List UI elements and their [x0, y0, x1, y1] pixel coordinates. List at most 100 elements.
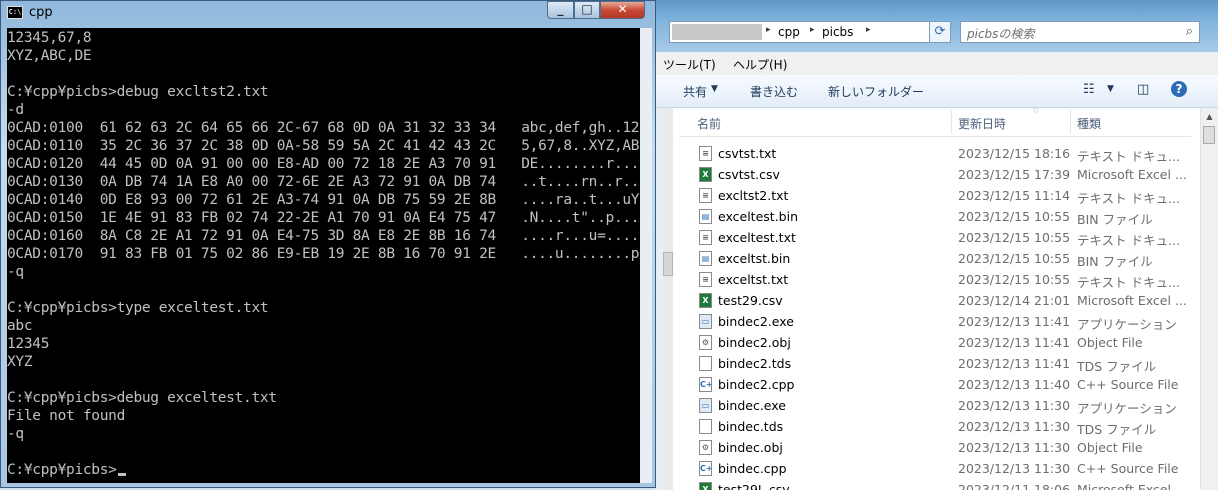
console-line: 12345,67,8	[7, 29, 92, 47]
file-row[interactable]: Xtest29L.csv 2023/12/11 18:06 Microsoft Ex…	[695, 479, 1195, 490]
preview-pane-icon[interactable]: ◫	[1137, 82, 1149, 97]
minimize-button[interactable]: _	[547, 1, 574, 19]
file-row[interactable]: ≡ exceltest.txt 2023/12/15 10:55 テキスト ドキュ..…	[695, 227, 1195, 248]
file-type: Microsoft Excel ...	[1077, 482, 1187, 490]
new-folder-button[interactable]: 新しいフォルダー	[828, 83, 924, 100]
excel-file-icon: X	[699, 167, 712, 182]
address-bar[interactable]: ▸ cpp ▸ picbs ▸ ▼	[669, 21, 951, 43]
file-row[interactable]: ≡ csvtst.txt 2023/12/15 18:16 テキスト ドキュ...	[695, 143, 1195, 164]
console-titlebar[interactable]: C:\ cpp _ □ ✕	[1, 1, 655, 25]
maximize-button[interactable]: □	[574, 1, 600, 19]
view-options-icon[interactable]: ☷	[1083, 82, 1095, 97]
console-line-text: 0CAD:0170 91 83 FB 01 75 02 86 E9-EB 19 …	[7, 246, 640, 262]
file-date: 2023/12/13 11:41	[958, 356, 1071, 371]
scroll-thumb[interactable]	[1203, 126, 1215, 144]
console-line: XYZ,ABC,DE	[7, 47, 92, 65]
file-row[interactable]: ⚙ bindec.obj 2023/12/13 11:30 Object File	[695, 437, 1195, 458]
console-line-text: C:¥cpp¥picbs>type exceltest.txt	[7, 300, 269, 316]
file-row[interactable]: bindec.tds 2023/12/13 11:30 TDS ファイル	[695, 416, 1195, 437]
file-row[interactable]: ≡ excltst2.txt 2023/12/15 11:14 テキスト ドキュ...	[695, 185, 1195, 206]
file-name: bindec.tds	[718, 419, 784, 434]
file-name: exceltest.bin	[718, 209, 798, 224]
file-date: 2023/12/13 11:30	[958, 461, 1071, 476]
column-type[interactable]: 種類	[1077, 115, 1101, 132]
view-dropdown-icon[interactable]: ▼	[1107, 84, 1114, 94]
console-scrollbar[interactable]	[640, 28, 652, 483]
help-icon[interactable]: ?	[1171, 81, 1187, 97]
share-dropdown-icon[interactable]: ▼	[711, 84, 718, 94]
console-line: C:¥cpp¥picbs>	[7, 461, 126, 479]
file-row[interactable]: ▭ bindec.exe 2023/12/13 11:30 アプリケーション	[695, 395, 1195, 416]
file-type: Object File	[1077, 335, 1143, 350]
file-row[interactable]: ▤ exceltst.bin 2023/12/15 10:55 BIN ファイル	[695, 248, 1195, 269]
scroll-up-icon[interactable]: ▲	[1201, 108, 1218, 125]
console-line: C:¥cpp¥picbs>debug exceltest.txt	[7, 389, 277, 407]
file-date: 2023/12/13 11:41	[958, 314, 1071, 329]
file-type: BIN ファイル	[1077, 254, 1153, 269]
file-row[interactable]: C+ bindec.cpp 2023/12/13 11:30 C++ Source F…	[695, 458, 1195, 479]
cpp-file-icon: C+	[699, 461, 713, 476]
search-box[interactable]: picbsの検索 ⌕	[960, 21, 1200, 43]
blank-file-icon	[699, 356, 712, 371]
close-button[interactable]: ✕	[600, 1, 645, 19]
file-date: 2023/12/15 10:55	[958, 251, 1071, 266]
burn-button[interactable]: 書き込む	[750, 83, 798, 100]
navigation-scroll-thumb[interactable]	[663, 252, 673, 276]
console-line-text: abc	[7, 318, 33, 334]
console-line-text: -q	[7, 426, 24, 442]
column-name[interactable]: 名前	[697, 115, 721, 132]
file-row[interactable]: ▤ exceltest.bin 2023/12/15 10:55 BIN ファイル	[695, 206, 1195, 227]
column-divider[interactable]	[951, 110, 952, 134]
file-type: テキスト ドキュ...	[1077, 191, 1181, 206]
column-divider[interactable]	[1070, 110, 1071, 134]
console-line-text: XYZ,ABC,DE	[7, 48, 92, 64]
explorer-window: ▸ cpp ▸ picbs ▸ ▼ ⟳ picbsの検索 ⌕ ツール(T) ヘル…	[655, 0, 1218, 490]
file-name: csvtst.csv	[718, 167, 780, 182]
file-type: C++ Source File	[1077, 377, 1179, 392]
navigation-scrollbar[interactable]	[663, 108, 673, 490]
console-app-icon[interactable]: C:\	[7, 6, 23, 19]
console-line-text: C:¥cpp¥picbs>debug exceltest.txt	[7, 390, 277, 406]
breadcrumb-separator-icon[interactable]: ▸	[766, 25, 771, 35]
address-redacted	[672, 24, 762, 40]
console-line: 0CAD:0140 0D E8 93 00 72 61 2E A3-74 91 …	[7, 191, 640, 209]
file-type: テキスト ドキュ...	[1077, 149, 1181, 164]
breadcrumb-picbs[interactable]: picbs	[822, 25, 853, 39]
file-type: TDS ファイル	[1077, 359, 1157, 374]
breadcrumb-separator-icon[interactable]: ▸	[810, 25, 815, 35]
console-line-text: 0CAD:0100 61 62 63 2C 64 65 66 2C-67 68 …	[7, 120, 640, 136]
console-line: 0CAD:0110 35 2C 36 37 2C 38 0D 0A-58 59 …	[7, 137, 640, 155]
bin-file-icon: ▤	[699, 209, 712, 224]
file-date: 2023/12/14 21:01	[958, 293, 1071, 308]
file-row[interactable]: ≡ exceltst.txt 2023/12/15 10:55 テキスト ドキュ...	[695, 269, 1195, 290]
file-row[interactable]: Xcsvtst.csv 2023/12/15 17:39 Microsoft Exc…	[695, 164, 1195, 185]
column-date[interactable]: 更新日時	[958, 115, 1006, 132]
search-icon[interactable]: ⌕	[1186, 24, 1193, 39]
file-row[interactable]: C+ bindec2.cpp 2023/12/13 11:40 C++ Source …	[695, 374, 1195, 395]
console-line-text: C:¥cpp¥picbs>	[7, 462, 117, 478]
refresh-icon[interactable]: ⟳	[929, 21, 951, 43]
cpp-file-icon: C+	[699, 377, 713, 392]
breadcrumb-separator-icon[interactable]: ▸	[866, 25, 871, 35]
breadcrumb-cpp[interactable]: cpp	[778, 25, 800, 39]
console-output[interactable]: 12345,67,8 XYZ,ABC,DE C:¥cpp¥picbs>debug e…	[7, 28, 640, 483]
file-row[interactable]: bindec2.tds 2023/12/13 11:41 TDS ファイル	[695, 353, 1195, 374]
file-type: TDS ファイル	[1077, 422, 1157, 437]
console-window[interactable]: C:\ cpp _ □ ✕ 12345,67,8 XYZ,ABC,DE C:¥cpp…	[0, 0, 656, 488]
file-row[interactable]: ⚙ bindec2.obj 2023/12/13 11:41 Object File	[695, 332, 1195, 353]
search-input[interactable]: picbsの検索	[967, 25, 1034, 42]
menu-help[interactable]: ヘルプ(H)	[733, 56, 787, 73]
file-date: 2023/12/15 17:39	[958, 167, 1071, 182]
explorer-menubar: ツール(T) ヘルプ(H)	[655, 52, 1218, 76]
console-line-text: 0CAD:0160 8A C8 2E A1 72 91 0A E4-75 3D …	[7, 228, 640, 244]
file-list-scrollbar[interactable]: ▲	[1200, 108, 1218, 490]
file-name: exceltest.txt	[718, 230, 796, 245]
file-name: test29.csv	[718, 293, 783, 308]
console-line: 0CAD:0120 44 45 0D 0A 91 00 00 E8-AD 00 …	[7, 155, 640, 173]
share-button[interactable]: 共有	[683, 83, 707, 100]
menu-tools[interactable]: ツール(T)	[663, 56, 716, 73]
exe-file-icon: ▭	[699, 314, 712, 329]
file-row[interactable]: ▭ bindec2.exe 2023/12/13 11:41 アプリケーション	[695, 311, 1195, 332]
file-date: 2023/12/15 10:55	[958, 272, 1071, 287]
file-row[interactable]: Xtest29.csv 2023/12/14 21:01 Microsoft Exc…	[695, 290, 1195, 311]
